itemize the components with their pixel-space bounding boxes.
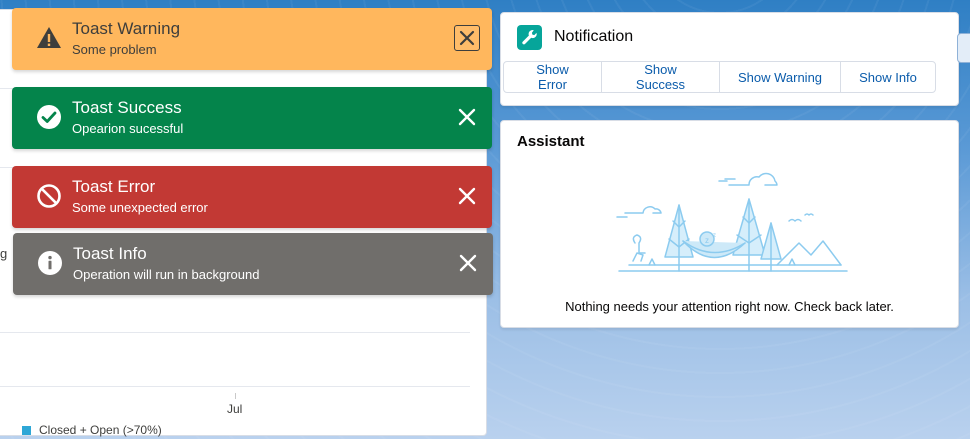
empty-state-illustration: z z: [616, 172, 848, 272]
toast-title: Toast Warning: [72, 19, 181, 38]
card-title: Assistant: [517, 133, 585, 150]
toast-error: Toast Error Some unexpected error: [12, 166, 492, 228]
empty-state-message: Nothing needs your attention right now. …: [565, 299, 894, 314]
close-button[interactable]: [454, 183, 480, 209]
info-icon: [37, 250, 63, 276]
x-axis-label: Jul: [227, 402, 243, 416]
warning-icon: [36, 25, 62, 51]
toast-title: Toast Error: [72, 177, 156, 196]
close-button[interactable]: [454, 25, 480, 51]
gridline: [0, 332, 470, 333]
svg-text:z: z: [705, 236, 709, 245]
error-icon: [36, 183, 62, 209]
chart-legend: Closed + Open (>70%): [22, 423, 162, 437]
toast-info: Toast Info Operation will run in backgro…: [13, 233, 493, 295]
close-icon: [459, 30, 475, 46]
card-title: Notification: [554, 28, 634, 45]
truncated-axis-label: g: [0, 246, 8, 261]
close-button[interactable]: [455, 250, 481, 276]
close-button[interactable]: [454, 104, 480, 130]
show-error-button[interactable]: Show Error: [503, 61, 602, 93]
toast-success: Toast Success Opearion sucessful: [12, 87, 492, 149]
toast-message: Some problem: [72, 42, 157, 57]
toast-title: Toast Success: [72, 98, 182, 117]
success-icon: [36, 104, 62, 130]
close-icon: [458, 187, 476, 205]
toast-message: Opearion sucessful: [72, 121, 184, 136]
show-success-button[interactable]: Show Success: [601, 61, 720, 93]
toast-warning: Toast Warning Some problem: [12, 8, 492, 70]
close-icon: [458, 108, 476, 126]
chart-baseline: [0, 386, 470, 387]
toast-message: Operation will run in background: [73, 267, 260, 282]
wrench-icon: [517, 25, 542, 50]
show-info-button[interactable]: Show Info: [840, 61, 936, 93]
show-warning-button[interactable]: Show Warning: [719, 61, 841, 93]
notification-card: Notification Show Error Show Success Sho…: [500, 12, 959, 106]
svg-text:z: z: [713, 233, 716, 239]
legend-swatch: [22, 425, 31, 435]
utility-tab[interactable]: [957, 33, 970, 63]
axis-tick: [235, 393, 236, 399]
close-icon: [459, 254, 477, 272]
button-group: Show Error Show Success Show Warning Sho…: [503, 61, 936, 93]
toast-message: Some unexpected error: [72, 200, 208, 215]
legend-label: Closed + Open (>70%): [39, 423, 162, 437]
toast-title: Toast Info: [73, 244, 147, 263]
assistant-card: Assistant z z Nothing needs your attenti…: [500, 120, 959, 328]
